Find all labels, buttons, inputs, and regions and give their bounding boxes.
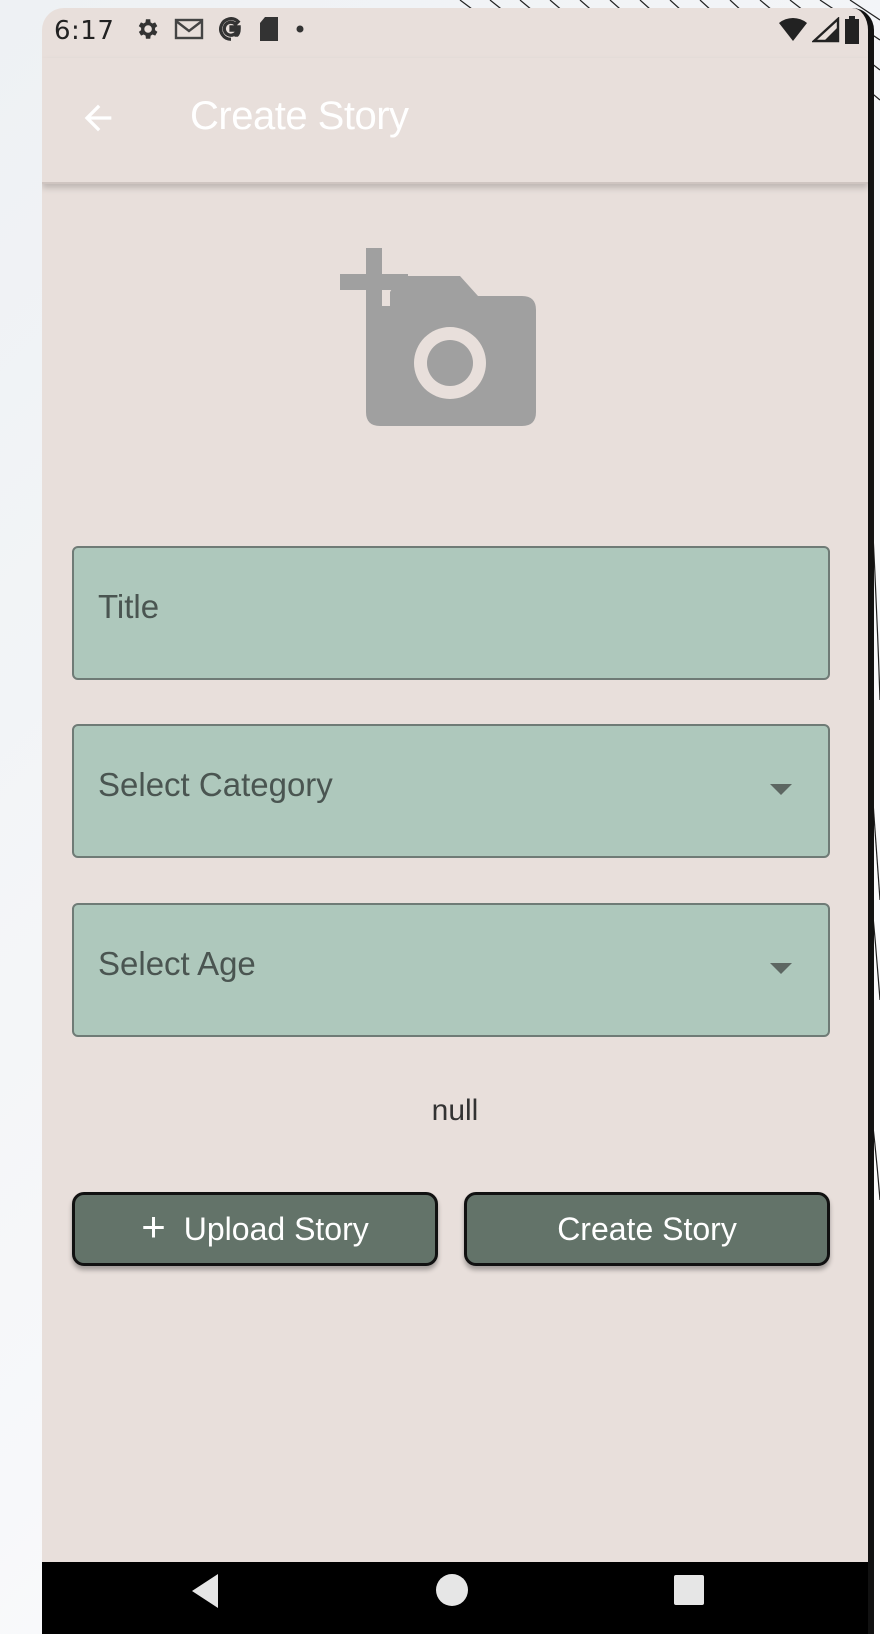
status-text: null: [431, 1094, 479, 1127]
create-story-button[interactable]: Create Story: [464, 1192, 830, 1266]
battery-icon: [845, 16, 859, 44]
sd-card-icon: [260, 17, 278, 41]
chevron-down-icon: [770, 963, 792, 974]
title-input[interactable]: Title: [72, 546, 830, 680]
status-bar: 6:17: [42, 8, 868, 58]
nav-back-icon[interactable]: [192, 1574, 218, 1608]
google-icon: [219, 17, 241, 41]
app-bar: Create Story: [42, 58, 868, 184]
title-input-placeholder: Title: [98, 588, 160, 625]
gmail-icon: [174, 18, 204, 40]
wifi-icon: [779, 17, 807, 41]
upload-story-button[interactable]: + Upload Story: [72, 1192, 438, 1266]
screen-backdrop: 6:17 Create Story Title Select Category …: [0, 0, 880, 1634]
nav-recent-icon[interactable]: [674, 1575, 704, 1605]
status-time: 6:17: [54, 16, 115, 46]
arrow-left-icon[interactable]: [78, 98, 118, 138]
phone-screen: 6:17 Create Story Title Select Category …: [42, 8, 874, 1634]
add-photo-icon[interactable]: [340, 248, 540, 433]
age-select-placeholder: Select Age: [98, 945, 256, 982]
plus-icon: +: [141, 1203, 166, 1250]
signal-icon: [812, 17, 840, 43]
category-select-placeholder: Select Category: [98, 766, 333, 803]
age-select[interactable]: Select Age: [72, 903, 830, 1037]
status-icons-left: [134, 16, 306, 42]
chevron-down-icon: [770, 784, 792, 795]
upload-story-label: Upload Story: [183, 1210, 369, 1247]
dot-icon: [296, 25, 304, 33]
page-title: Create Story: [190, 94, 409, 138]
status-icons-right: [778, 16, 860, 44]
create-story-label: Create Story: [557, 1210, 737, 1247]
gear-icon: [138, 19, 158, 39]
navigation-bar: [42, 1562, 868, 1634]
nav-home-icon[interactable]: [436, 1574, 468, 1606]
category-select[interactable]: Select Category: [72, 724, 830, 858]
